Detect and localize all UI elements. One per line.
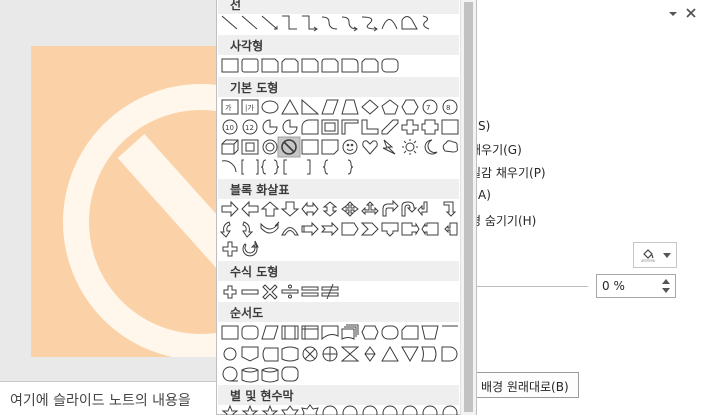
svg-text:7: 7 [426, 104, 430, 112]
chevron-down-icon [669, 12, 677, 16]
svg-text:|가: |가 [245, 103, 254, 112]
reset-background-button[interactable]: 배경 원래대로(B) [470, 372, 579, 398]
rectangle-shapes[interactable] [221, 58, 399, 73]
close-icon [686, 8, 696, 18]
paint-bucket-icon [641, 249, 655, 262]
spin-down-icon[interactable] [662, 288, 670, 293]
fill-color-button[interactable] [633, 242, 677, 268]
svg-text:8: 8 [446, 104, 450, 112]
basic-shapes[interactable] [221, 98, 459, 175]
shape-grid: 가 |가 7 8 10 12 [219, 15, 459, 415]
hide-background-graphics-option[interactable]: 경 숨기기(H) [470, 212, 536, 229]
equation-shapes[interactable] [223, 283, 339, 300]
gallery-scrollbar[interactable] [460, 0, 476, 415]
line-shapes[interactable] [221, 15, 430, 32]
spin-up-icon[interactable] [662, 279, 670, 284]
notes-placeholder: 여기에 슬라이드 노트의 내용을 [10, 393, 191, 409]
fill-option-picture-texture[interactable]: 질감 채우기(P) [470, 164, 546, 181]
svg-text:10: 10 [225, 124, 234, 132]
pane-menu-button[interactable] [668, 8, 678, 23]
flowchart-shapes[interactable] [221, 324, 458, 383]
star-shapes[interactable] [221, 404, 458, 415]
scrollbar-thumb[interactable] [464, 2, 473, 412]
pane-close-button[interactable] [685, 7, 697, 23]
transparency-input[interactable]: 0 % [596, 274, 676, 298]
caret-down-icon [663, 253, 671, 258]
block-arrow-shapes[interactable] [219, 199, 458, 257]
shapes-gallery: 선 사각형 기본 도형 블록 화살표 수식 도형 순서도 별 및 현수막 가 |… [216, 0, 477, 415]
format-background-pane: l(S) 채우기(G) 질감 채우기(P) l(A) 경 숨기기(H) 0 % … [470, 0, 708, 415]
svg-text:12: 12 [245, 124, 254, 132]
transparency-slider[interactable] [470, 286, 588, 287]
svg-text:가: 가 [225, 103, 232, 112]
fill-option-gradient[interactable]: 채우기(G) [470, 141, 522, 158]
